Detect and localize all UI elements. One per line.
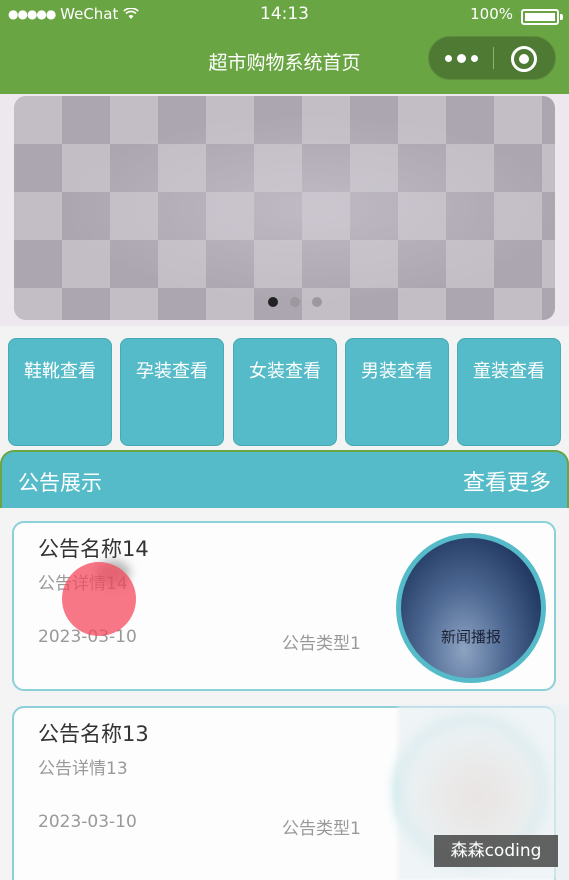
category-men-button[interactable]: 男装查看 <box>345 338 449 446</box>
capsule-divider <box>493 47 494 69</box>
notice-image: 新闻播报 <box>396 533 546 683</box>
status-bar: ●●●●● WeChat 14:13 100% <box>0 0 569 30</box>
carousel-indicators <box>268 297 322 307</box>
banner-carousel[interactable] <box>14 96 555 320</box>
banner-section <box>0 94 569 326</box>
watermark: 森森coding <box>434 835 558 867</box>
battery-icon <box>521 9 563 25</box>
battery-percent: 100% <box>470 5 513 23</box>
notice-section-header: 公告展示 查看更多 <box>0 450 569 508</box>
notice-image-caption: 新闻播报 <box>440 628 501 646</box>
notice-detail: 公告详情13 <box>38 759 128 779</box>
mini-program-capsule <box>428 36 556 80</box>
category-grid: 鞋靴查看 孕装查看 女装查看 男装查看 童装查看 <box>0 326 569 450</box>
carousel-dot-3[interactable] <box>312 297 322 307</box>
notice-section-title: 公告展示 <box>18 471 102 495</box>
notice-name: 公告名称13 <box>38 722 149 746</box>
notice-type: 公告类型1 <box>282 819 361 839</box>
category-women-button[interactable]: 女装查看 <box>233 338 337 446</box>
category-shoes-button[interactable]: 鞋靴查看 <box>8 338 112 446</box>
touch-indicator <box>62 562 136 636</box>
category-maternity-button[interactable]: 孕装查看 <box>120 338 224 446</box>
notice-name: 公告名称14 <box>38 537 149 561</box>
nav-bar: 超市购物系统首页 <box>0 30 569 94</box>
close-mini-program-button[interactable] <box>511 46 537 72</box>
more-options-button[interactable] <box>429 37 493 79</box>
view-more-link[interactable]: 查看更多 <box>463 465 551 497</box>
category-kids-button[interactable]: 童装查看 <box>457 338 561 446</box>
carousel-dot-1[interactable] <box>268 297 278 307</box>
notice-type: 公告类型1 <box>282 634 361 654</box>
notice-date: 2023-03-10 <box>38 812 137 832</box>
carousel-dot-2[interactable] <box>290 297 300 307</box>
